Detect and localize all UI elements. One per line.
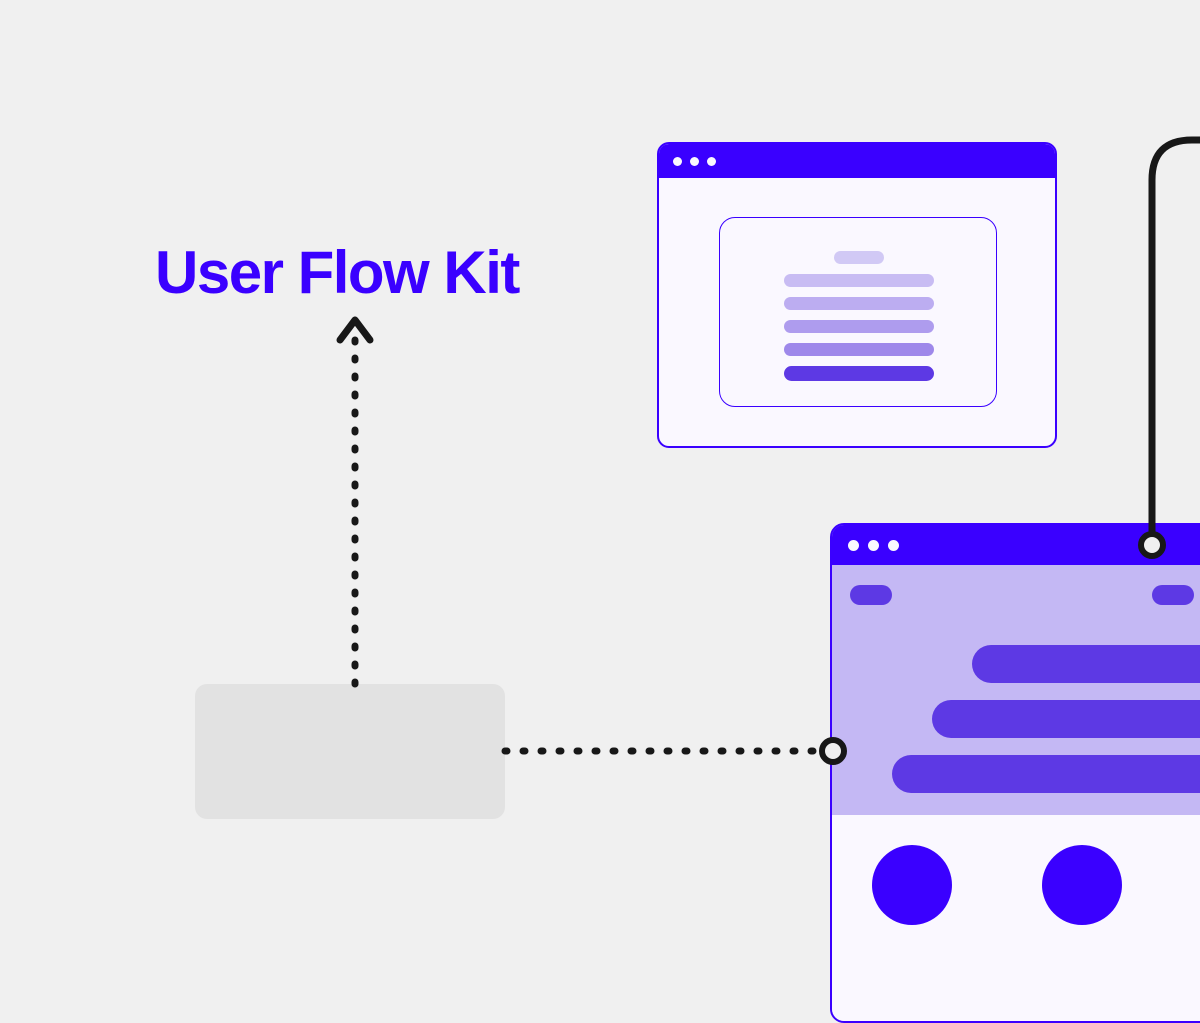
content-card xyxy=(719,217,997,407)
arrowhead-up-icon xyxy=(340,320,370,340)
window-dot-icon xyxy=(888,540,899,551)
text-line-placeholder xyxy=(834,251,884,264)
window-dot-icon xyxy=(707,157,716,166)
text-line-placeholder xyxy=(784,274,934,287)
text-line-placeholder xyxy=(784,366,934,381)
window-dot-icon xyxy=(848,540,859,551)
content-bar xyxy=(932,700,1200,738)
page-title: User Flow Kit xyxy=(155,238,519,307)
wireframe-window-list xyxy=(830,523,1200,1023)
tab-pill xyxy=(1152,585,1194,605)
content-bar xyxy=(892,755,1200,793)
wireframe-window-card xyxy=(657,142,1057,448)
window-dot-icon xyxy=(868,540,879,551)
content-bar xyxy=(972,645,1200,683)
window-dot-icon xyxy=(673,157,682,166)
window-dot-icon xyxy=(690,157,699,166)
window-titlebar xyxy=(659,144,1055,178)
connector-solid-curve xyxy=(1152,140,1200,545)
avatar-circle xyxy=(1042,845,1122,925)
window-titlebar xyxy=(832,525,1200,565)
tab-pill xyxy=(850,585,892,605)
text-line-placeholder xyxy=(784,297,934,310)
flow-node-placeholder xyxy=(195,684,505,819)
text-line-placeholder xyxy=(784,320,934,333)
avatar-circle xyxy=(872,845,952,925)
text-line-placeholder xyxy=(784,343,934,356)
content-section xyxy=(832,815,1200,1023)
